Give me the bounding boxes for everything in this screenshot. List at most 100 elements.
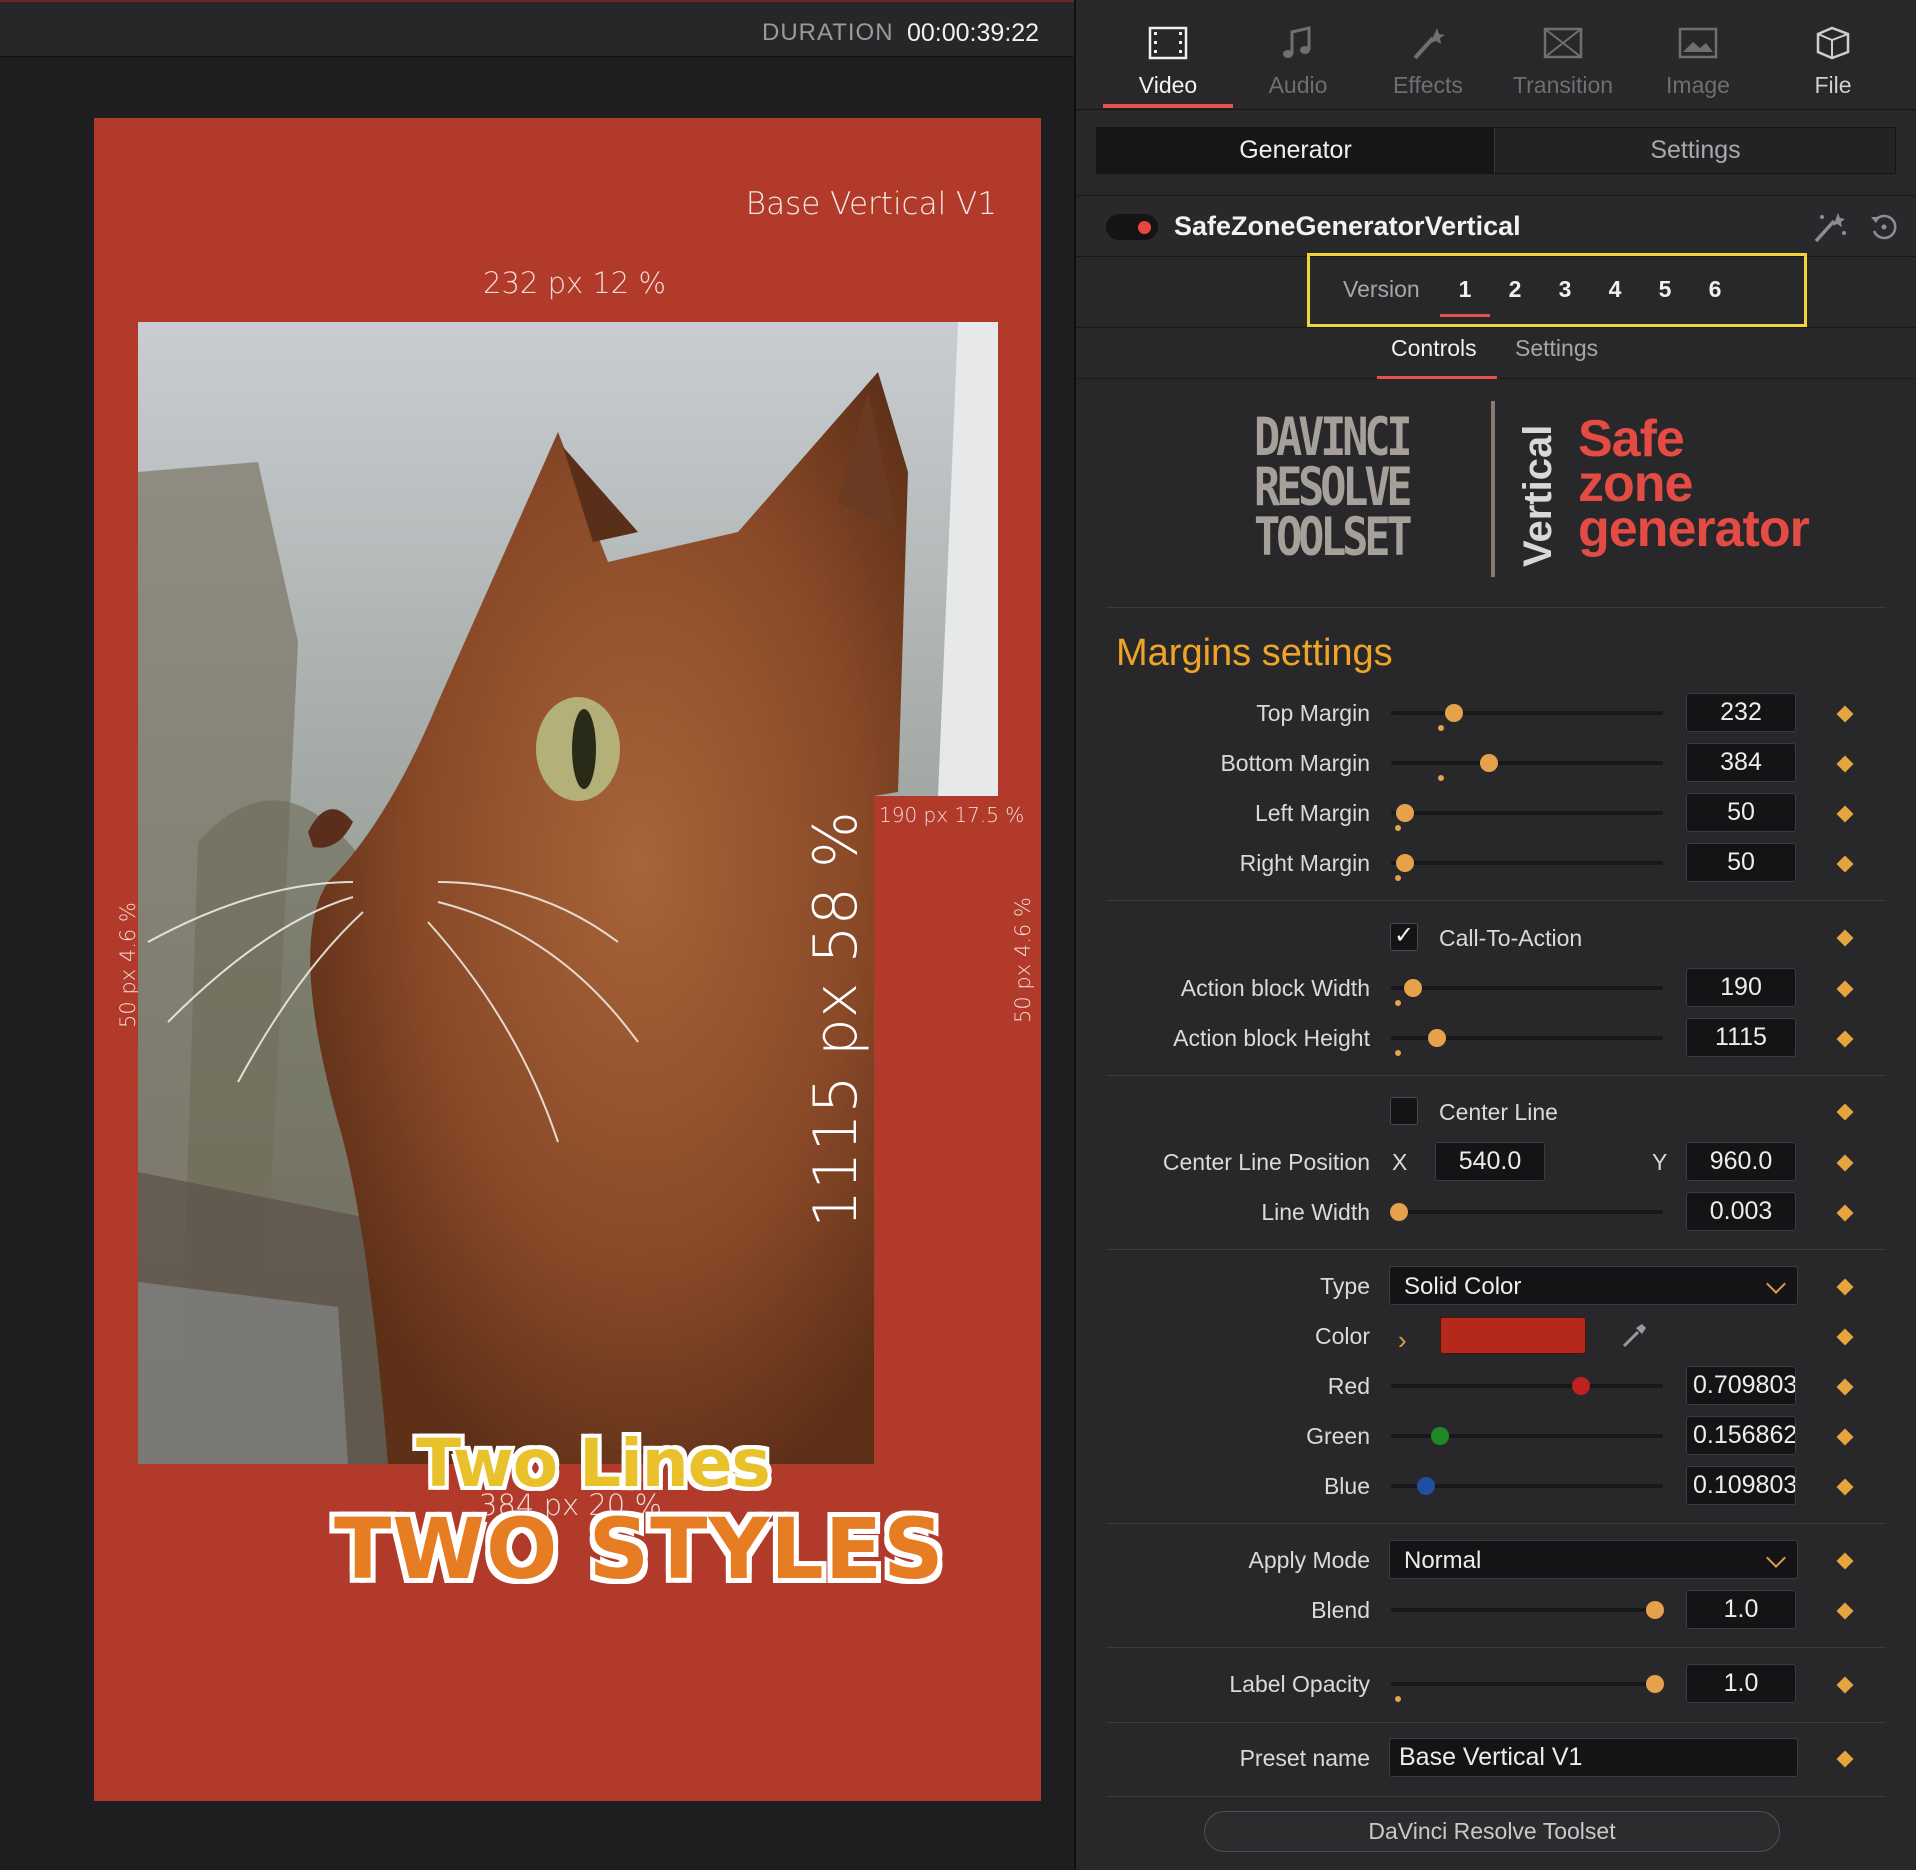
toolset-link-button[interactable]: DaVinci Resolve Toolset [1204, 1811, 1780, 1852]
tab-audio[interactable]: Audio [1233, 0, 1363, 110]
right-margin-slider[interactable] [1391, 854, 1663, 881]
keyframe-diamond-icon[interactable] [1836, 1602, 1854, 1620]
apply-mode-dropdown[interactable]: Normal [1389, 1540, 1798, 1579]
label-opacity-field[interactable]: 1.0 [1686, 1664, 1796, 1703]
slider-knob[interactable] [1645, 1675, 1664, 1693]
keyframe-diamond-icon[interactable] [1836, 1378, 1854, 1396]
left-margin-slider[interactable] [1391, 804, 1663, 831]
left-margin-field[interactable]: 50 [1686, 793, 1796, 832]
keyframe-diamond-icon[interactable] [1836, 1552, 1854, 1570]
tab-controls[interactable]: Controls [1391, 335, 1477, 362]
action-width-label: Action block Width [1180, 975, 1370, 1001]
action-height-field[interactable]: 1115 [1686, 1018, 1796, 1057]
label-opacity-slider[interactable] [1391, 1675, 1664, 1702]
version-6-button[interactable]: 6 [1700, 276, 1730, 303]
reset-icon[interactable] [1868, 211, 1900, 243]
keyframe-diamond-icon[interactable] [1836, 1676, 1854, 1694]
keyframe-diamond-icon[interactable] [1836, 1278, 1854, 1296]
apply-mode-value: Normal [1404, 1547, 1482, 1574]
eyedropper-icon[interactable] [1618, 1320, 1650, 1352]
slider-knob[interactable] [1444, 704, 1463, 722]
keyframe-diamond-icon[interactable] [1836, 1103, 1854, 1121]
slider-knob[interactable] [1395, 854, 1414, 872]
keyframe-diamond-icon[interactable] [1836, 805, 1854, 823]
action-height-slider[interactable] [1391, 1029, 1663, 1056]
color-swatch[interactable] [1440, 1317, 1586, 1354]
version-3-button[interactable]: 3 [1550, 276, 1580, 303]
bottom-margin-field[interactable]: 384 [1686, 743, 1796, 782]
tab-effects[interactable]: Effects [1363, 0, 1493, 110]
keyframe-diamond-icon[interactable] [1836, 1428, 1854, 1446]
type-dropdown[interactable]: Solid Color [1389, 1266, 1798, 1305]
tab-effects-label: Effects [1393, 72, 1463, 98]
line-width-label: Line Width [1261, 1199, 1370, 1225]
keyframe-diamond-icon[interactable] [1836, 1204, 1854, 1222]
version-label: Version [1343, 276, 1420, 302]
magic-wand-icon[interactable] [1810, 209, 1848, 245]
right-margin-field[interactable]: 50 [1686, 843, 1796, 882]
blend-field[interactable]: 1.0 [1686, 1590, 1796, 1629]
divider [1106, 1249, 1886, 1250]
keyframe-diamond-icon[interactable] [1836, 755, 1854, 773]
center-x-field[interactable]: 540.0 [1435, 1142, 1545, 1181]
transition-icon [1543, 27, 1583, 59]
chevron-right-icon[interactable]: › [1398, 1325, 1407, 1356]
action-width-slider[interactable] [1391, 979, 1663, 1006]
keyframe-diamond-icon[interactable] [1836, 1030, 1854, 1048]
blend-slider[interactable] [1391, 1601, 1664, 1619]
center-y-field[interactable]: 960.0 [1686, 1142, 1796, 1181]
green-slider[interactable] [1391, 1427, 1663, 1445]
tab-video[interactable]: Video [1103, 0, 1233, 110]
center-line-checkbox[interactable] [1390, 1097, 1418, 1125]
slider-knob[interactable] [1390, 1203, 1409, 1221]
segment-settings[interactable]: Settings [1496, 128, 1895, 173]
red-slider[interactable] [1391, 1377, 1663, 1395]
node-enable-toggle[interactable] [1106, 214, 1158, 240]
keyframe-diamond-icon[interactable] [1836, 929, 1854, 947]
version-2-button[interactable]: 2 [1500, 276, 1530, 303]
preset-name-label: Preset name [1239, 1745, 1370, 1771]
action-width-field[interactable]: 190 [1686, 968, 1796, 1007]
title-line-two: TWO STYLES [333, 1499, 946, 1600]
top-margin-field[interactable]: 232 [1686, 693, 1796, 732]
slider-knob[interactable] [1428, 1029, 1447, 1047]
keyframe-diamond-icon[interactable] [1836, 1328, 1854, 1346]
green-label: Green [1306, 1423, 1370, 1449]
top-margin-slider[interactable] [1391, 704, 1663, 731]
red-field[interactable]: 0.709803 [1686, 1366, 1796, 1405]
keyframe-diamond-icon[interactable] [1836, 705, 1854, 723]
slider-knob[interactable] [1572, 1377, 1591, 1395]
slider-knob[interactable] [1403, 979, 1422, 997]
blue-slider[interactable] [1391, 1477, 1663, 1495]
inspector-tabbar: Video Audio Effects Transition Image Fil… [1076, 0, 1916, 110]
slider-knob[interactable] [1479, 754, 1498, 772]
line-width-slider[interactable] [1390, 1203, 1663, 1221]
green-field[interactable]: 0.156862 [1686, 1416, 1796, 1455]
version-4-button[interactable]: 4 [1600, 276, 1630, 303]
line-width-field[interactable]: 0.003 [1686, 1192, 1796, 1231]
slider-knob[interactable] [1395, 804, 1414, 822]
version-1-button[interactable]: 1 [1450, 276, 1480, 303]
slider-knob[interactable] [1645, 1601, 1664, 1619]
tab-file[interactable]: File [1768, 0, 1898, 110]
blue-label: Blue [1323, 1473, 1370, 1499]
keyframe-diamond-icon[interactable] [1836, 980, 1854, 998]
tab-settings[interactable]: Settings [1515, 335, 1598, 362]
preset-name-input[interactable]: Base Vertical V1 [1389, 1738, 1798, 1777]
x-label: X [1392, 1149, 1408, 1175]
chevron-down-icon [1766, 1548, 1786, 1568]
version-5-button[interactable]: 5 [1650, 276, 1680, 303]
slider-knob[interactable] [1417, 1477, 1436, 1495]
tab-image[interactable]: Image [1633, 0, 1763, 110]
keyframe-diamond-icon[interactable] [1836, 1478, 1854, 1496]
keyframe-diamond-icon[interactable] [1836, 1154, 1854, 1172]
call-to-action-checkbox[interactable]: ✓ [1390, 922, 1418, 951]
keyframe-diamond-icon[interactable] [1836, 1750, 1854, 1768]
tab-transition[interactable]: Transition [1498, 0, 1628, 110]
bottom-margin-slider[interactable] [1391, 754, 1663, 781]
segment-generator[interactable]: Generator [1097, 128, 1495, 173]
blue-field[interactable]: 0.109803 [1686, 1466, 1796, 1505]
keyframe-diamond-icon[interactable] [1836, 855, 1854, 873]
viewer-canvas[interactable]: Base Vertical V1 232 px 12 % 384 px 20 %… [94, 118, 1041, 1801]
slider-knob[interactable] [1430, 1427, 1449, 1445]
